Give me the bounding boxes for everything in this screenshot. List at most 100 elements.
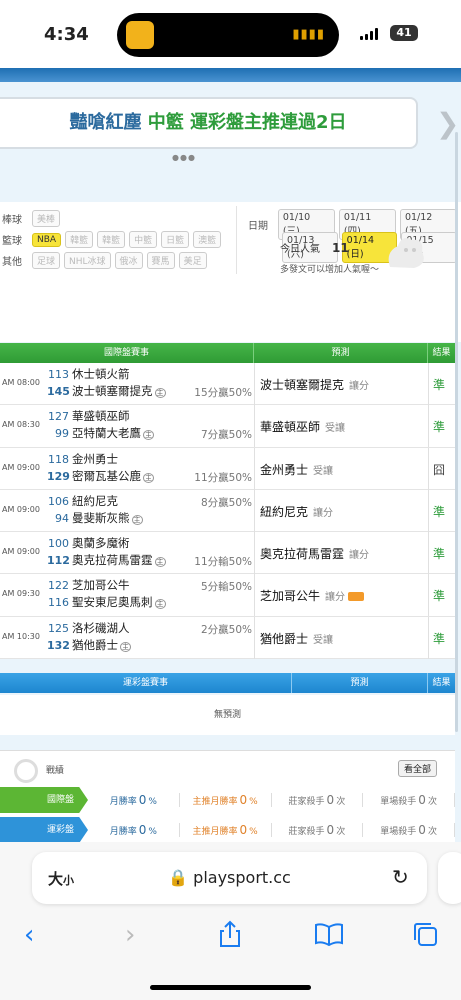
teams: 金州勇士 密爾瓦基公鹿主: [72, 451, 154, 487]
date-label: 日期: [248, 221, 268, 232]
stats-category[interactable]: 運彩盤: [0, 817, 88, 842]
reload-icon[interactable]: ↻: [392, 865, 409, 889]
intl-table-header: 國際盤賽事 預測 結果: [0, 343, 455, 363]
game-time: AM 09:30: [2, 589, 40, 599]
share-icon[interactable]: [217, 920, 243, 948]
baseball-filter: 棒球 美棒: [2, 210, 64, 227]
home-score: 94: [55, 511, 69, 525]
page-content: 豔嗆紅塵 中籃 運彩盤主推連過2日 ❯ ●●● 棒球 美棒 籃球 NBA 韓籃 …: [0, 82, 461, 842]
away-team[interactable]: 華盛頓巫師: [72, 408, 154, 425]
scrollbar[interactable]: [455, 132, 458, 732]
teams: 奧蘭多魔術 奧克拉荷馬雷霆主: [72, 535, 166, 571]
predicted-team: 華盛頓巫師: [260, 420, 321, 435]
home-indicator: [150, 985, 311, 990]
table-row[interactable]: AM 09:00 100 112 奧蘭多魔術 奧克拉荷馬雷霆主 11分輸50% 奧克拉荷馬雷…: [0, 532, 455, 575]
tag-horse[interactable]: 賽馬: [146, 252, 175, 269]
tag-nhl[interactable]: NHL冰球: [64, 252, 111, 269]
tag-khl[interactable]: 俄冰: [114, 252, 143, 269]
stat-value: 0: [418, 823, 426, 837]
featured-badge-icon: [348, 592, 365, 602]
away-team[interactable]: 金州勇士: [72, 451, 154, 468]
home-marker: 主: [131, 514, 143, 525]
home-team[interactable]: 密爾瓦基公鹿: [72, 469, 141, 483]
url-text[interactable]: 🔒 playsport.cc: [32, 868, 427, 887]
divider: [254, 574, 255, 617]
tag-nbl[interactable]: 澳籃: [193, 231, 222, 248]
tag-mlb[interactable]: 美棒: [32, 210, 61, 227]
tag-cba[interactable]: 中籃: [129, 231, 158, 248]
home-marker: 主: [143, 430, 154, 441]
mascot-icon: [388, 238, 424, 268]
away-team[interactable]: 洛杉磯湖人: [72, 620, 131, 637]
tag-kbl[interactable]: 韓籃: [65, 231, 94, 248]
game-time: AM 08:00: [2, 378, 40, 387]
tag-soccer[interactable]: 足球: [32, 252, 61, 269]
view-all-button[interactable]: 看全部: [398, 760, 438, 777]
divider: [254, 532, 255, 575]
home-marker: 主: [143, 472, 154, 483]
prediction: 金州勇士 受讓: [260, 461, 333, 478]
clock: 4:34: [44, 24, 89, 45]
headline-banner[interactable]: 豔嗆紅塵 中籃 運彩盤主推連過2日: [0, 97, 418, 149]
teams: 芝加哥公牛 聖安東尼奧馬刺主: [72, 577, 166, 613]
stat-unit: %: [148, 797, 157, 807]
home-team[interactable]: 波士頓塞爾提克: [72, 384, 153, 398]
home-score: 116: [48, 596, 69, 610]
audio-wave-icon: ▮▮▮▮: [292, 27, 325, 42]
away-team[interactable]: 芝加哥公牛: [72, 577, 166, 594]
home-marker: 主: [154, 557, 166, 568]
stat-unit: 次: [427, 827, 437, 837]
table-row[interactable]: AM 10:30 125 132 洛杉磯湖人 猶他爵士主 2分贏50% 猶他爵士 受讓準: [0, 616, 455, 660]
baseball-label: 棒球: [2, 215, 22, 226]
popularity-label: 今日人氣: [280, 244, 320, 255]
status-bar: 4:34 ▮▮▮▮ 41: [0, 0, 461, 68]
away-score: 125: [48, 621, 69, 635]
tag-bleague[interactable]: 日籃: [161, 231, 190, 248]
tag-nfl[interactable]: 美足: [178, 252, 207, 269]
divider: [428, 447, 429, 490]
bet-type: 讓分: [313, 507, 334, 519]
next-tab-preview[interactable]: [438, 852, 461, 904]
tag-kbl-2[interactable]: 韓籃: [97, 231, 126, 248]
game-time: AM 09:00: [2, 547, 40, 557]
stat-cell: 單場殺手 0 次: [363, 823, 455, 837]
stat-label: 主推月勝率: [192, 797, 238, 807]
scores: 106 94: [47, 493, 69, 527]
predicted-team: 波士頓塞爾提克: [260, 378, 345, 392]
prediction: 波士頓塞爾提克 讓分: [260, 376, 369, 393]
tabs-icon[interactable]: [411, 920, 439, 948]
table-row[interactable]: AM 09:00 106 94 紐約尼克 曼斐斯灰熊主 8分贏50% 紐約尼克 讓分準: [0, 489, 455, 533]
target-icon: [14, 759, 38, 783]
banner-league: 中籃: [147, 112, 184, 133]
divider: [428, 616, 429, 659]
bet-type: 受讓: [313, 465, 334, 477]
intl-games-list: AM 08:00 113 145 休士頓火箭 波士頓塞爾提克主 15分贏50% 波士頓塞爾提…: [0, 363, 455, 660]
stats-category[interactable]: 國際盤: [0, 787, 88, 813]
table-row[interactable]: AM 08:00 113 145 休士頓火箭 波士頓塞爾提克主 15分贏50% 波士頓塞爾提…: [0, 363, 455, 406]
tag-nba[interactable]: NBA: [32, 232, 62, 247]
home-team[interactable]: 聖安東尼奧馬刺: [72, 595, 153, 609]
home-team[interactable]: 猶他爵士: [72, 638, 118, 652]
table-row[interactable]: AM 09:30 122 116 芝加哥公牛 聖安東尼奧馬刺主 5分輸50% 芝加哥公牛 讓分…: [0, 574, 455, 617]
handicap: 8分贏50%: [200, 496, 252, 509]
table-row[interactable]: AM 09:00 118 129 金州勇士 密爾瓦基公鹿主 11分贏50% 金州勇士 受讓囧: [0, 447, 455, 490]
home-team[interactable]: 亞特蘭大老鷹: [72, 426, 141, 440]
other-filter: 其他 足球 NHL冰球 俄冰 賽馬 美足: [2, 252, 211, 269]
away-team[interactable]: 休士頓火箭: [72, 366, 166, 383]
bookmarks-icon[interactable]: [314, 922, 344, 946]
forward-icon[interactable]: ›: [125, 920, 135, 950]
divider: [254, 447, 255, 490]
table-row[interactable]: AM 08:30 127 99 華盛頓巫師 亞特蘭大老鷹主 7分贏50% 華盛頓巫師 受讓準: [0, 405, 455, 448]
away-team[interactable]: 紐約尼克: [72, 493, 143, 510]
address-bar[interactable]: 大小 🔒 playsport.cc ↻: [32, 852, 427, 904]
col-prediction: 預測: [254, 343, 428, 363]
predicted-team: 芝加哥公牛: [260, 589, 321, 604]
no-prediction-text: 無預測: [0, 695, 455, 735]
home-team[interactable]: 奧克拉荷馬雷霆: [72, 553, 153, 567]
back-icon[interactable]: ‹: [24, 920, 34, 950]
home-team[interactable]: 曼斐斯灰熊: [72, 511, 130, 525]
away-team[interactable]: 奧蘭多魔術: [72, 535, 166, 552]
stat-label: 莊家殺手: [288, 827, 325, 837]
divider: [236, 206, 237, 274]
popularity-value: 11: [332, 241, 349, 255]
